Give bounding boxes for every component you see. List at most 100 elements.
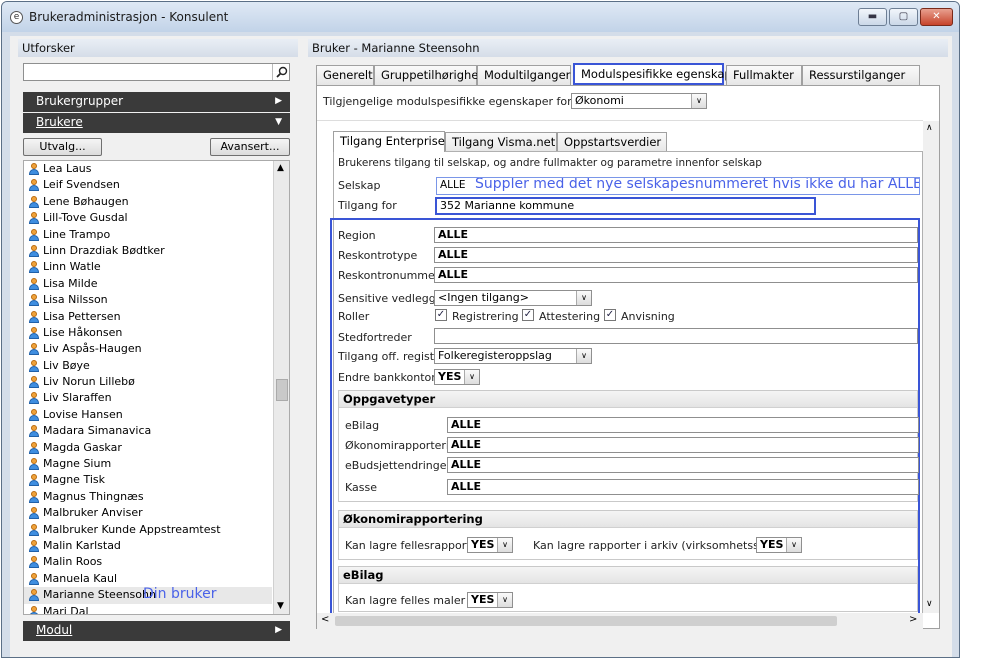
- user-icon: [28, 605, 40, 614]
- scroll-down-icon[interactable]: ▼: [277, 601, 284, 611]
- region-field[interactable]: ALLE: [434, 227, 918, 243]
- tilgang-for-field[interactable]: 352 Marianne kommune: [435, 197, 816, 215]
- user-icon: [28, 474, 40, 487]
- subtab-tilgang-visma[interactable]: Tilgang Visma.net: [445, 132, 557, 152]
- list-item[interactable]: Madara Simanavica: [24, 423, 272, 439]
- ebilag-type-label: eBilag: [345, 419, 380, 432]
- minimize-button[interactable]: ▬: [858, 8, 887, 26]
- list-item[interactable]: Magne Sium: [24, 456, 272, 472]
- fellesrapporter-select[interactable]: YES ∨: [467, 537, 513, 553]
- list-item[interactable]: Malin Karlstad: [24, 538, 272, 554]
- list-item[interactable]: Liv Slaraffen: [24, 390, 272, 406]
- list-item[interactable]: Manuela Kaul: [24, 571, 272, 587]
- subtab-oppstartsverdier[interactable]: Oppstartsverdier: [557, 132, 667, 152]
- bank-select[interactable]: YES ∨: [434, 369, 480, 385]
- search-button[interactable]: [272, 64, 289, 80]
- horizontal-scroll-thumb[interactable]: [335, 616, 837, 626]
- list-item[interactable]: Liv Bøye: [24, 358, 272, 374]
- scroll-thumb[interactable]: [276, 379, 288, 401]
- user-name: Linn Watle: [43, 260, 101, 274]
- list-item[interactable]: Lea Laus: [24, 161, 272, 177]
- selskap-field[interactable]: ALLE Suppler med det nye selskapesnummer…: [436, 177, 920, 195]
- user-name: Leif Svendsen: [43, 178, 120, 192]
- oppgavetyper-section: Oppgavetyper eBilag ALLE Økonomirapporte…: [338, 390, 919, 502]
- list-item[interactable]: Lovise Hansen: [24, 407, 272, 423]
- tilgang-for-value: 352 Marianne kommune: [440, 199, 575, 212]
- user-panel: Bruker - Marianne Steensohn Generelt Gru…: [308, 39, 948, 657]
- brukere-label: Brukere: [36, 115, 83, 129]
- list-item[interactable]: Leif Svendsen: [24, 177, 272, 193]
- arkiv-select[interactable]: YES ∨: [756, 537, 802, 553]
- user-icon: [28, 523, 40, 537]
- title-bar[interactable]: e Brukeradministrasjon - Konsulent ▬ ▢ ✕: [2, 2, 959, 32]
- list-item[interactable]: Magne Tisk: [24, 472, 272, 488]
- offreg-select[interactable]: Folkeregisteroppslag ∨: [434, 348, 592, 364]
- attestering-checkbox[interactable]: ✓: [522, 309, 534, 321]
- list-item[interactable]: Magnus Thingnæs: [24, 489, 272, 505]
- scroll-up-icon[interactable]: ∧: [926, 123, 933, 133]
- reskontronummer-field[interactable]: ALLE: [434, 267, 918, 283]
- tab-ressurstilganger[interactable]: Ressurstilganger: [802, 65, 920, 85]
- list-item[interactable]: Liv Aspås-Haugen: [24, 341, 272, 357]
- list-item[interactable]: Lisa Milde: [24, 276, 272, 292]
- ebud-type-field[interactable]: ALLE: [447, 457, 919, 473]
- user-name: Liv Norun Lillebø: [43, 375, 135, 389]
- avansert-button[interactable]: Avansert...: [210, 138, 290, 156]
- list-item[interactable]: Line Trampo: [24, 227, 272, 243]
- utvalg-button[interactable]: Utvalg...: [23, 138, 102, 156]
- list-item[interactable]: Malbruker Anviser: [24, 505, 272, 521]
- subtab-tilgang-enterprise[interactable]: Tilgang Enterprise: [333, 131, 445, 152]
- ebilag-type-field[interactable]: ALLE: [447, 417, 919, 433]
- tab-gruppetilhorighet[interactable]: Gruppetilhørighet: [374, 65, 483, 85]
- list-item[interactable]: Linn Drazdiak Bødtker: [24, 243, 272, 259]
- tab-generelt[interactable]: Generelt: [316, 65, 374, 85]
- tab-modulspesifikke-egenskaper[interactable]: Modulspesifikke egenskaper: [573, 63, 744, 85]
- list-item[interactable]: Lisa Nilsson: [24, 292, 272, 308]
- module-select-value: Økonomi: [575, 94, 624, 107]
- list-item[interactable]: Mari Dal: [24, 604, 272, 614]
- list-item[interactable]: Liv Norun Lillebø: [24, 374, 272, 390]
- close-button[interactable]: ✕: [920, 8, 953, 26]
- tab-modultilganger[interactable]: Modultilganger: [477, 65, 571, 85]
- list-item[interactable]: Lisa Pettersen: [24, 309, 272, 325]
- sensitive-select[interactable]: <Ingen tilgang> ∨: [434, 290, 592, 306]
- content-horizontal-scrollbar[interactable]: < >: [317, 613, 923, 629]
- anvisning-checkbox[interactable]: ✓: [604, 309, 616, 321]
- user-name: Lisa Pettersen: [43, 309, 121, 323]
- chevron-down-icon: ▼: [275, 117, 282, 127]
- user-list-scrollbar[interactable]: ▲ ▼: [273, 161, 289, 614]
- list-item[interactable]: Lise Håkonsen: [24, 325, 272, 341]
- felles-maler-select[interactable]: YES ∨: [467, 592, 513, 608]
- list-item[interactable]: Lene Bøhaugen: [24, 194, 272, 210]
- kasse-type-field[interactable]: ALLE: [447, 479, 919, 495]
- felles-maler-label: Kan lagre felles maler: [345, 594, 466, 607]
- module-select[interactable]: Økonomi ∨: [571, 93, 707, 109]
- list-item[interactable]: Magda Gaskar: [24, 440, 272, 456]
- user-icon: [28, 490, 40, 504]
- stedfortreder-field[interactable]: [434, 328, 918, 344]
- scroll-up-icon[interactable]: ▲: [277, 163, 284, 173]
- list-item[interactable]: Linn Watle: [24, 259, 272, 275]
- maximize-button[interactable]: ▢: [889, 8, 918, 26]
- user-name: Malin Karlstad: [43, 538, 121, 552]
- search-input[interactable]: [23, 63, 290, 81]
- brukere-bar[interactable]: Brukere ▼: [23, 113, 290, 133]
- list-item[interactable]: Malin Roos: [24, 554, 272, 570]
- user-list[interactable]: Lea Laus Leif Svendsen Lene Bøhaugen Lill-T…: [23, 160, 290, 615]
- tab-fullmakter[interactable]: Fullmakter: [726, 65, 802, 85]
- scroll-down-icon[interactable]: ∨: [926, 599, 933, 609]
- brukergrupper-bar[interactable]: Brukergrupper ▶: [23, 92, 290, 112]
- list-item[interactable]: Lill-Tove Gusdal: [24, 210, 272, 226]
- okrapp-type-field[interactable]: ALLE: [447, 437, 919, 453]
- explorer-panel: Utforsker Brukergrupper ▶ Brukere ▼ Utva…: [18, 39, 298, 641]
- list-item[interactable]: Malbruker Kunde Appstreamtest: [24, 522, 272, 538]
- user-name: Magne Sium: [43, 457, 112, 471]
- ebud-type-label: eBudsjettendringer: [345, 459, 451, 472]
- scroll-left-icon[interactable]: <: [321, 614, 329, 625]
- registrering-checkbox[interactable]: ✓: [435, 309, 447, 321]
- scroll-right-icon[interactable]: >: [909, 614, 917, 625]
- modul-bar[interactable]: Modul ▶: [23, 621, 290, 641]
- user-name: Liv Bøye: [43, 358, 90, 372]
- content-vertical-scrollbar[interactable]: ∧ ∨: [923, 121, 939, 613]
- reskontrotype-field[interactable]: ALLE: [434, 247, 918, 263]
